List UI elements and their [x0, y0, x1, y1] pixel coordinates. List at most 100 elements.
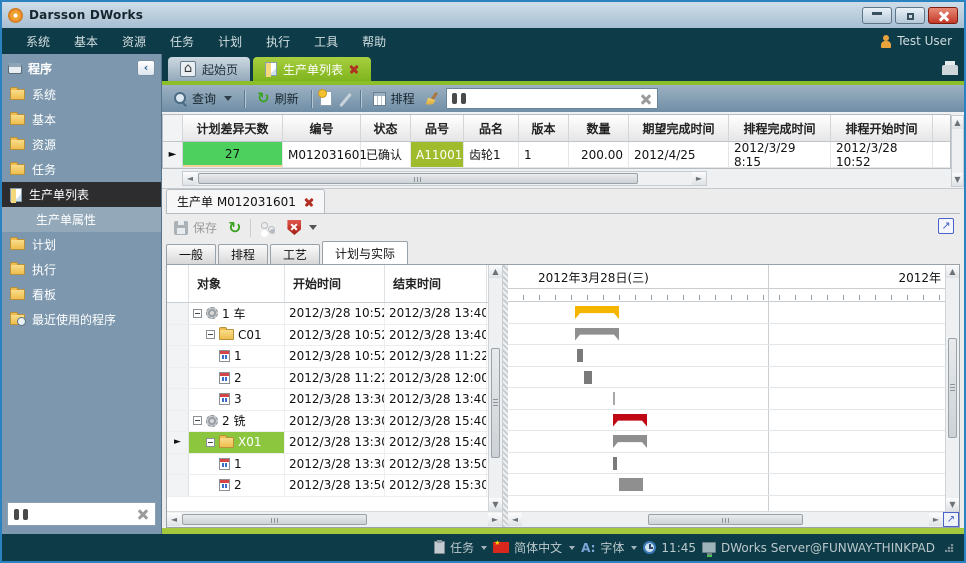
- gantt-bar-task[interactable]: [584, 371, 592, 384]
- gantt-bar-summary[interactable]: [613, 435, 647, 448]
- tree-object-cell[interactable]: 1 车: [189, 303, 285, 324]
- tree-expander-icon[interactable]: [206, 438, 215, 447]
- gantt-horizontal-scrollbar[interactable]: ◄ ►: [508, 512, 943, 527]
- menu-item[interactable]: 任务: [158, 31, 206, 53]
- link-structure-icon[interactable]: [260, 221, 276, 234]
- sidebar-item-任务[interactable]: 任务: [2, 157, 161, 182]
- maximize-button[interactable]: [895, 7, 925, 24]
- refresh-button[interactable]: ↻ 刷新: [253, 88, 303, 109]
- tree-row[interactable]: 22012/3/28 11:222012/3/28 12:00: [167, 368, 502, 390]
- grid-horizontal-scrollbar[interactable]: ◄ ►: [182, 171, 707, 186]
- tree-row[interactable]: 12012/3/28 10:522012/3/28 11:22: [167, 346, 502, 368]
- tree-row[interactable]: 2 铣2012/3/28 13:302012/3/28 15:40: [167, 411, 502, 433]
- minimize-button[interactable]: [862, 7, 892, 24]
- toolbar-search-clear-icon[interactable]: [640, 93, 652, 105]
- tree-object-cell[interactable]: 3: [189, 389, 285, 410]
- tree-object-cell[interactable]: 1: [189, 346, 285, 367]
- resize-grip[interactable]: [945, 543, 954, 552]
- sidebar-item-看板[interactable]: 看板: [2, 282, 161, 307]
- gantt-bar-task[interactable]: [577, 349, 583, 362]
- detail-refresh-icon[interactable]: ↻: [228, 221, 241, 234]
- sidebar-search-input[interactable]: [28, 507, 137, 521]
- sidebar-item-资源[interactable]: 资源: [2, 132, 161, 157]
- column-header[interactable]: 编号: [283, 115, 361, 141]
- menu-item[interactable]: 工具: [302, 31, 350, 53]
- new-document-icon[interactable]: [320, 91, 332, 106]
- tree-row[interactable]: C012012/3/28 10:522012/3/28 13:40: [167, 325, 502, 347]
- schedule-button[interactable]: 排程: [369, 88, 419, 109]
- tree-object-cell[interactable]: 2: [189, 368, 285, 389]
- status-language-selector[interactable]: 简体中文: [493, 539, 575, 556]
- gantt-expand-icon[interactable]: ↗: [943, 512, 959, 527]
- menu-item[interactable]: 帮助: [350, 31, 398, 53]
- sidebar-collapse-button[interactable]: ‹: [137, 60, 155, 76]
- tree-row[interactable]: ►X012012/3/28 13:302012/3/28 15:40: [167, 432, 502, 454]
- tree-horizontal-scrollbar[interactable]: ◄ ►: [167, 512, 502, 527]
- tab-close-icon[interactable]: [349, 64, 359, 74]
- open-in-window-icon[interactable]: ↗: [938, 218, 954, 234]
- column-header[interactable]: 数量: [569, 115, 629, 141]
- menu-item[interactable]: 基本: [62, 31, 110, 53]
- status-font-selector[interactable]: A: 字体: [581, 539, 637, 556]
- tab-general[interactable]: 一般: [166, 244, 216, 264]
- column-header[interactable]: 排程完成时间: [729, 115, 831, 141]
- column-header[interactable]: 计划差异天数: [183, 115, 283, 141]
- sidebar-item-基本[interactable]: 基本: [2, 107, 161, 132]
- query-button[interactable]: 查询: [170, 88, 236, 109]
- tree-expander-icon[interactable]: [193, 416, 202, 425]
- tab-plan-vs-actual[interactable]: 计划与实际: [322, 241, 408, 264]
- sidebar-item-系统[interactable]: 系统: [2, 82, 161, 107]
- sidebar-item-计划[interactable]: 计划: [2, 232, 161, 257]
- detail-tab-close-icon[interactable]: [304, 197, 314, 207]
- tree-row[interactable]: 1 车2012/3/28 10:522012/3/28 13:40: [167, 303, 502, 325]
- tab-production-order-list[interactable]: 生产单列表: [253, 57, 371, 81]
- save-button[interactable]: 保存: [170, 217, 221, 238]
- tree-object-cell[interactable]: 2 铣: [189, 411, 285, 432]
- gantt-bar-summary[interactable]: [575, 306, 619, 319]
- sidebar-search-clear-icon[interactable]: [137, 508, 149, 520]
- tree-row[interactable]: 32012/3/28 13:302012/3/28 13:40: [167, 389, 502, 411]
- tree-row[interactable]: 12012/3/28 13:302012/3/28 13:50: [167, 454, 502, 476]
- menu-item[interactable]: 执行: [254, 31, 302, 53]
- menu-item[interactable]: 计划: [206, 31, 254, 53]
- tab-start-page[interactable]: ⌂ 起始页: [168, 57, 250, 81]
- tree-object-cell[interactable]: C01: [189, 325, 285, 346]
- column-header[interactable]: 品号: [411, 115, 464, 141]
- column-header[interactable]: 状态: [361, 115, 411, 141]
- tree-object-cell[interactable]: 2: [189, 475, 285, 496]
- gantt-bar-summary[interactable]: [613, 414, 647, 427]
- clear-broom-icon[interactable]: [425, 92, 440, 106]
- tree-vertical-scrollbar[interactable]: ▲ ▼: [488, 265, 502, 511]
- edit-icon[interactable]: [338, 92, 352, 106]
- detail-document-tab[interactable]: 生产单 M012031601: [166, 189, 325, 213]
- tab-scheduling[interactable]: 排程: [218, 244, 268, 264]
- window-list-icon[interactable]: [942, 65, 958, 75]
- column-header[interactable]: 期望完成时间: [629, 115, 729, 141]
- table-row[interactable]: ►27M012031601已确认A11001齿轮11200.002012/4/2…: [163, 142, 950, 168]
- menu-item[interactable]: 系统: [14, 31, 62, 53]
- sidebar-item-生产单属性[interactable]: 生产单属性: [2, 207, 161, 232]
- status-task-selector[interactable]: 任务: [434, 539, 487, 556]
- user-indicator[interactable]: Test User: [880, 34, 952, 48]
- tree-expander-icon[interactable]: [206, 330, 215, 339]
- grid-vertical-scrollbar[interactable]: ▲ ▼: [951, 115, 964, 187]
- tree-object-cell[interactable]: X01: [189, 432, 285, 453]
- tree-column-header[interactable]: 开始时间: [285, 265, 385, 302]
- validate-button[interactable]: [283, 218, 321, 237]
- gantt-bar-task[interactable]: [613, 457, 617, 470]
- tree-column-header[interactable]: 对象: [189, 265, 285, 302]
- column-header[interactable]: 版本: [519, 115, 569, 141]
- column-header[interactable]: 品名: [464, 115, 519, 141]
- gantt-bar-task[interactable]: [613, 392, 615, 405]
- column-header[interactable]: 排程开始时间: [831, 115, 933, 141]
- tree-column-header[interactable]: 结束时间: [385, 265, 487, 302]
- tree-row[interactable]: 22012/3/28 13:502012/3/28 15:30: [167, 475, 502, 497]
- tab-process[interactable]: 工艺: [270, 244, 320, 264]
- gantt-vertical-scrollbar[interactable]: ▲ ▼: [945, 265, 959, 511]
- menu-item[interactable]: 资源: [110, 31, 158, 53]
- tree-expander-icon[interactable]: [193, 309, 202, 318]
- toolbar-search-input[interactable]: [471, 92, 635, 106]
- sidebar-item-最近使用的程序[interactable]: 最近使用的程序: [2, 307, 161, 332]
- sidebar-item-执行[interactable]: 执行: [2, 257, 161, 282]
- gantt-bar-task[interactable]: [619, 478, 643, 491]
